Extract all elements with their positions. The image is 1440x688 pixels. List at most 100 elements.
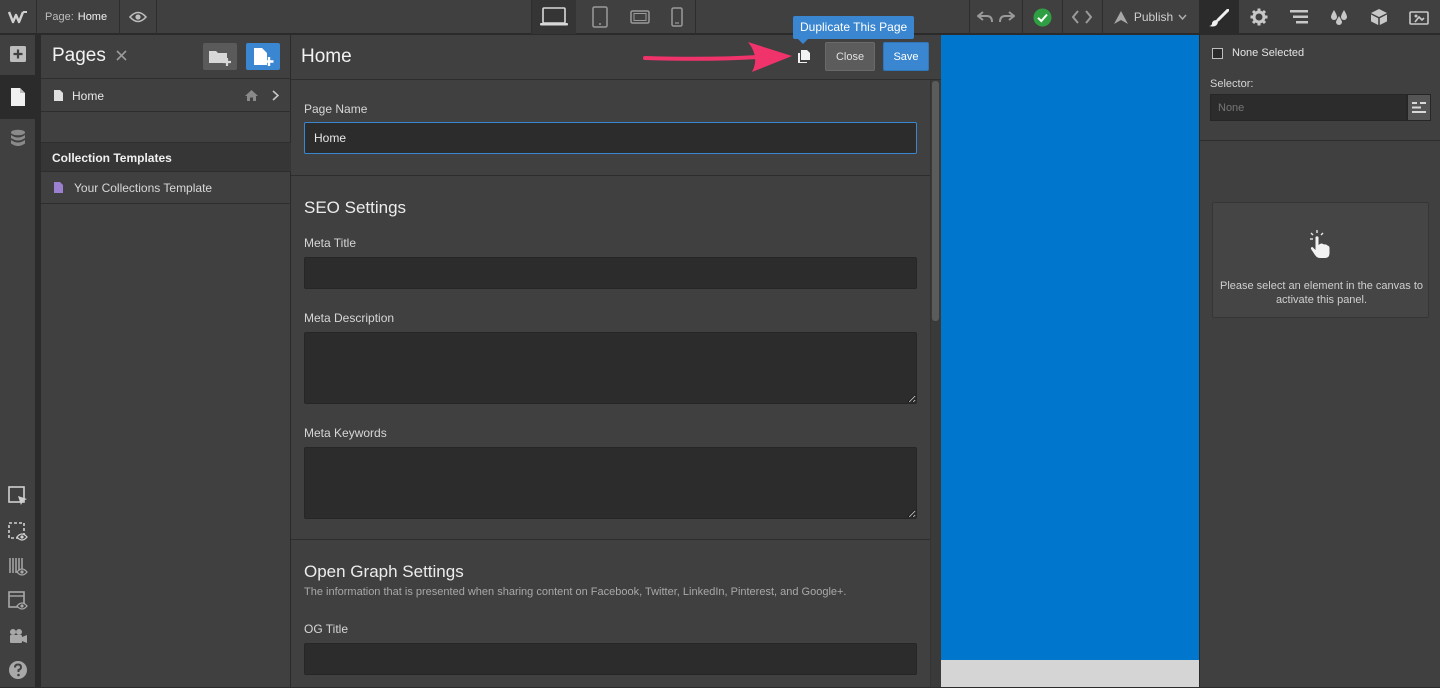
visibility-icon	[8, 522, 28, 542]
desktop-view-button[interactable]	[532, 0, 576, 34]
add-page-button[interactable]	[246, 43, 280, 70]
meta-title-label: Meta Title	[304, 236, 357, 250]
og-title-input[interactable]	[304, 643, 917, 675]
chevron-right-icon[interactable]	[272, 90, 279, 101]
check-circle-icon	[1033, 8, 1052, 27]
open-graph-settings-heading: Open Graph Settings	[304, 562, 464, 581]
current-page-indicator[interactable]: Page: Home	[36, 0, 119, 34]
style-panel: None Selected Selector: Please select an…	[1199, 35, 1440, 687]
empty-state-hint: Please select an element in the canvas t…	[1219, 280, 1423, 306]
select-tool-button[interactable]	[0, 478, 36, 514]
undo-redo-group	[970, 0, 1022, 34]
chevron-down-icon	[1178, 14, 1187, 20]
top-bar: Page: Home Publish	[0, 0, 1440, 35]
collection-template-item[interactable]: Your Collections Template	[41, 172, 291, 204]
duplicate-page-tooltip: Duplicate This Page	[793, 16, 915, 39]
add-elements-button[interactable]	[0, 35, 36, 73]
publish-button[interactable]: Publish	[1102, 0, 1198, 34]
interactions-panel-tab[interactable]	[1399, 0, 1439, 34]
collection-templates-heading: Collection Templates	[41, 142, 291, 172]
site-status-button[interactable]	[1022, 0, 1062, 34]
collection-template-item-label: Your Collections Template	[74, 181, 213, 195]
none-selected-label: None Selected	[1232, 47, 1305, 59]
publish-icon	[1113, 10, 1129, 25]
page-settings-panel: Home Close Save Page Name SEO Settings M…	[291, 35, 941, 687]
add-page-icon	[252, 47, 274, 67]
meta-description-textarea[interactable]	[304, 332, 917, 404]
help-icon	[8, 660, 28, 680]
page-name-input[interactable]	[304, 122, 917, 154]
select-icon	[8, 486, 28, 506]
page-icon	[53, 89, 64, 102]
page-settings-header: Home Close Save	[291, 35, 941, 80]
tablet-landscape-icon	[630, 10, 650, 24]
annotation-arrow	[640, 38, 795, 74]
layout-icon	[8, 591, 28, 611]
section-divider	[291, 539, 930, 540]
swatches-panel-tab[interactable]	[1319, 0, 1359, 34]
preview-button[interactable]	[120, 0, 156, 34]
undo-icon[interactable]	[977, 10, 993, 24]
assets-panel-tab[interactable]	[1359, 0, 1399, 34]
design-canvas[interactable]	[941, 35, 1199, 687]
webflow-logo-icon[interactable]	[0, 0, 36, 34]
layout-tool-button[interactable]	[0, 583, 36, 619]
code-icon	[1072, 10, 1092, 24]
database-icon	[10, 129, 26, 149]
none-selected-checkbox[interactable]	[1212, 47, 1223, 59]
grid-tool-button[interactable]	[0, 549, 36, 585]
video-tutorials-button[interactable]	[0, 618, 36, 654]
tablet-view-button[interactable]	[581, 0, 619, 34]
none-selected-toggle[interactable]: None Selected	[1212, 47, 1304, 59]
meta-description-label: Meta Description	[304, 311, 395, 325]
code-export-button[interactable]	[1062, 0, 1102, 34]
page-settings-title: Home	[301, 46, 352, 67]
navigator-panel-tab[interactable]	[1279, 0, 1319, 34]
pages-panel: Pages Home Collection Templates Your Col…	[41, 35, 291, 687]
add-folder-button[interactable]	[203, 43, 237, 70]
tooltip-tail	[798, 39, 808, 44]
pages-button[interactable]	[0, 75, 36, 119]
video-icon	[8, 628, 28, 644]
og-title-label: OG Title	[304, 622, 349, 636]
phone-icon	[671, 7, 683, 27]
left-tool-rail	[0, 35, 36, 687]
section-divider	[291, 175, 930, 176]
cms-button[interactable]	[0, 119, 36, 159]
grid-icon	[8, 557, 28, 577]
style-panel-tab[interactable]	[1199, 0, 1239, 35]
page-list-item[interactable]: Home	[41, 80, 291, 112]
tablet-landscape-view-button[interactable]	[621, 0, 659, 34]
section-divider	[1200, 140, 1440, 141]
publish-label: Publish	[1133, 10, 1174, 24]
help-button[interactable]	[0, 652, 36, 688]
close-button[interactable]: Close	[825, 42, 875, 71]
meta-title-input[interactable]	[304, 257, 917, 289]
canvas-footer-strip	[941, 660, 1199, 687]
redo-icon[interactable]	[999, 10, 1015, 24]
selector-input[interactable]	[1210, 94, 1407, 121]
hand-pointer-icon	[1309, 230, 1331, 260]
home-icon	[244, 89, 259, 102]
seo-settings-heading: SEO Settings	[304, 198, 407, 217]
menu-icon	[1412, 102, 1426, 113]
brush-icon	[1209, 8, 1229, 27]
scrollbar-thumb[interactable]	[932, 81, 939, 321]
page-indicator-label: Page:	[45, 11, 74, 23]
page-indicator-value: Home	[77, 11, 108, 23]
phone-view-button[interactable]	[658, 0, 696, 34]
tablet-icon	[592, 6, 608, 28]
selector-menu-button[interactable]	[1407, 94, 1431, 121]
save-button[interactable]: Save	[883, 42, 929, 71]
box-icon	[1370, 8, 1388, 26]
selector-label: Selector:	[1210, 78, 1254, 90]
duplicate-icon[interactable]	[797, 49, 811, 64]
open-graph-description: The information that is presented when s…	[304, 586, 847, 598]
interactions-icon	[1409, 9, 1429, 25]
meta-keywords-textarea[interactable]	[304, 447, 917, 519]
desktop-icon	[539, 7, 569, 27]
settings-panel-tab[interactable]	[1239, 0, 1279, 34]
plus-icon	[9, 45, 27, 63]
close-icon[interactable]	[116, 50, 127, 61]
visibility-tool-button[interactable]	[0, 514, 36, 550]
